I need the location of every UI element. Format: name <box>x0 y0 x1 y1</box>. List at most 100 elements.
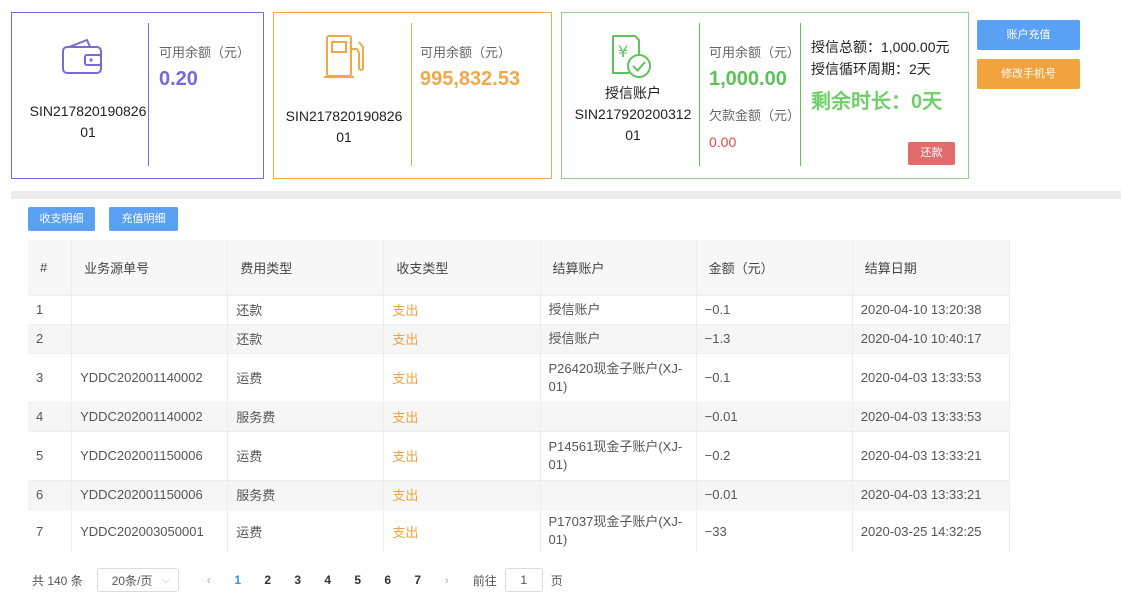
account-id-line2: 01 <box>625 127 641 143</box>
account-id-line1: SIN217820190826 <box>29 103 147 119</box>
cell-index: 3 <box>28 352 73 402</box>
cell-index: 4 <box>28 401 73 431</box>
balance-value: 1,000.00 <box>709 68 787 90</box>
balance-label: 可用余额（元） <box>709 45 801 60</box>
cell-io-type: 支出 <box>383 294 541 324</box>
card-divider <box>699 23 700 166</box>
cell-source-no: YDDC202001150006 <box>71 479 229 509</box>
cell-source-no: YDDC202001140002 <box>71 352 229 402</box>
transactions-table: # 业务源单号 费用类型 收支类型 结算账户 金额（元） 结算日期 1 还款 支出授… <box>28 240 1011 553</box>
cell-date: 2020-04-03 13:33:21 <box>852 479 1011 509</box>
card-divider <box>411 23 412 166</box>
change-phone-button[interactable]: 修改手机号 <box>977 59 1080 89</box>
cell-source-no: YDDC202003050001 <box>71 508 229 553</box>
cell-index: 7 <box>28 508 73 553</box>
page-link[interactable]: 6 <box>373 573 403 587</box>
cell-account: P17037现金子账户(XJ-01) <box>540 508 697 553</box>
cell-amount: −0.1 <box>696 294 853 324</box>
cell-fee-type: 还款 <box>227 323 385 353</box>
cell-account <box>540 479 697 509</box>
repay-button[interactable]: 还款 <box>908 142 955 165</box>
balance-label: 可用余额（元） <box>420 45 512 60</box>
page-link[interactable]: 4 <box>313 573 343 587</box>
credit-total: 授信总额：1,000.00元 <box>811 39 950 55</box>
cell-index: 6 <box>28 479 73 509</box>
cell-account: 授信账户 <box>540 323 697 353</box>
page-size-select[interactable]: 20条/页 ⌵ <box>96 568 179 592</box>
page-link[interactable]: 1 <box>223 573 253 587</box>
next-page-icon[interactable]: › <box>445 573 449 587</box>
table-row: 2 还款 支出 授信账户 −1.3 2020-04-10 10:40:17 <box>28 323 1011 353</box>
page-size-value: 20条/页 <box>111 573 153 588</box>
credit-cycle: 授信循环周期：2天 <box>811 61 931 77</box>
cell-source-no: YDDC202001140002 <box>71 401 229 431</box>
cell-index: 1 <box>28 294 73 324</box>
cell-io-type: 支出 <box>383 508 541 553</box>
cell-amount: −1.3 <box>696 323 853 353</box>
cell-amount: −0.1 <box>696 352 853 402</box>
page-link[interactable]: 7 <box>403 573 433 587</box>
col-header-date: 结算日期 <box>852 240 1011 295</box>
col-header-account: 结算账户 <box>540 240 697 295</box>
credit-yuan-icon: ¥ <box>609 33 655 81</box>
tab-income-expense-details[interactable]: 收支明细 <box>28 207 95 231</box>
cell-fee-type: 运费 <box>227 430 385 480</box>
section-divider <box>11 191 1121 199</box>
account-id-line2: 01 <box>80 124 96 140</box>
table-row: 4 YDDC202001140002 服务费 支出 −0.01 2020-04-03 13… <box>28 401 1011 431</box>
cell-date: 2020-03-25 14:32:25 <box>852 508 1011 553</box>
account-id: SIN217820190826 01 <box>18 101 158 143</box>
remaining-time: 剩余时长：0天 <box>811 91 943 113</box>
page-link[interactable]: 5 <box>343 573 373 587</box>
cell-fee-type: 运费 <box>227 508 385 553</box>
fuel-account-card: SIN217820190826 01 可用余额（元） 995,832.53 <box>273 12 552 179</box>
cell-io-type: 支出 <box>383 352 541 402</box>
col-header-source-no: 业务源单号 <box>71 240 229 295</box>
account-id: SIN217820190826 01 <box>274 106 414 148</box>
col-header-amount: 金额（元） <box>696 240 853 295</box>
cell-amount: −33 <box>696 508 853 553</box>
page-link[interactable]: 3 <box>283 573 313 587</box>
table-row: 5 YDDC202001150006 运费 支出 P14561现金子账户(XJ-01) −… <box>28 430 1011 480</box>
balance-label: 可用余额（元） <box>159 45 251 60</box>
cell-io-type: 支出 <box>383 401 541 431</box>
col-header-io-type: 收支类型 <box>383 240 541 295</box>
credit-account-card: ¥ 授信账户 SIN217920200312 01 可用余额（元） 1,000.… <box>561 12 969 179</box>
debt-value: 0.00 <box>709 134 737 150</box>
cell-date: 2020-04-03 13:33:53 <box>852 401 1011 431</box>
prev-page-icon[interactable]: ‹ <box>207 573 211 587</box>
cell-date: 2020-04-03 13:33:21 <box>852 430 1011 480</box>
cell-date: 2020-04-10 10:40:17 <box>852 323 1011 353</box>
table-row: 3 YDDC202001140002 运费 支出 P26420现金子账户(XJ-01) −… <box>28 352 1011 402</box>
balance-value: 995,832.53 <box>420 68 521 90</box>
cell-amount: −0.01 <box>696 479 853 509</box>
credit-account-info: 授信账户 SIN217920200312 01 <box>562 83 704 146</box>
table-row: 6 YDDC202001150006 服务费 支出 −0.01 2020-04-03 13… <box>28 479 1011 509</box>
goto-page-input[interactable]: 1 <box>504 568 543 592</box>
cell-fee-type: 服务费 <box>227 401 385 431</box>
svg-text:¥: ¥ <box>618 42 628 61</box>
col-header-index: # <box>28 240 73 295</box>
table-header-row: # 业务源单号 费用类型 收支类型 结算账户 金额（元） 结算日期 <box>28 240 1011 295</box>
fuel-pump-icon <box>322 33 366 81</box>
credit-account-name: 授信账户 <box>605 85 661 101</box>
cell-amount: −0.2 <box>696 430 853 480</box>
cell-source-no <box>71 323 229 353</box>
cell-account: 授信账户 <box>540 294 697 324</box>
table-row: 7 YDDC202003050001 运费 支出 P17037现金子账户(XJ-01) −… <box>28 508 1011 553</box>
account-recharge-button[interactable]: 账户充值 <box>977 20 1080 50</box>
page-link[interactable]: 2 <box>253 573 283 587</box>
cell-account: P26420现金子账户(XJ-01) <box>540 352 697 402</box>
goto-label: 前往 <box>472 573 497 588</box>
account-id-line1: SIN217820190826 <box>285 108 403 124</box>
cell-io-type: 支出 <box>383 430 541 480</box>
cell-amount: −0.01 <box>696 401 853 431</box>
cell-account: P14561现金子账户(XJ-01) <box>540 430 697 480</box>
cell-index: 2 <box>28 323 73 353</box>
col-header-fee-type: 费用类型 <box>227 240 385 295</box>
cell-source-no <box>71 294 229 324</box>
wallet-account-card: SIN217820190826 01 可用余额（元） 0.20 <box>11 12 264 179</box>
card-divider-2 <box>800 23 801 166</box>
tab-recharge-details[interactable]: 充值明细 <box>109 207 178 231</box>
balance-value: 0.20 <box>159 68 198 90</box>
